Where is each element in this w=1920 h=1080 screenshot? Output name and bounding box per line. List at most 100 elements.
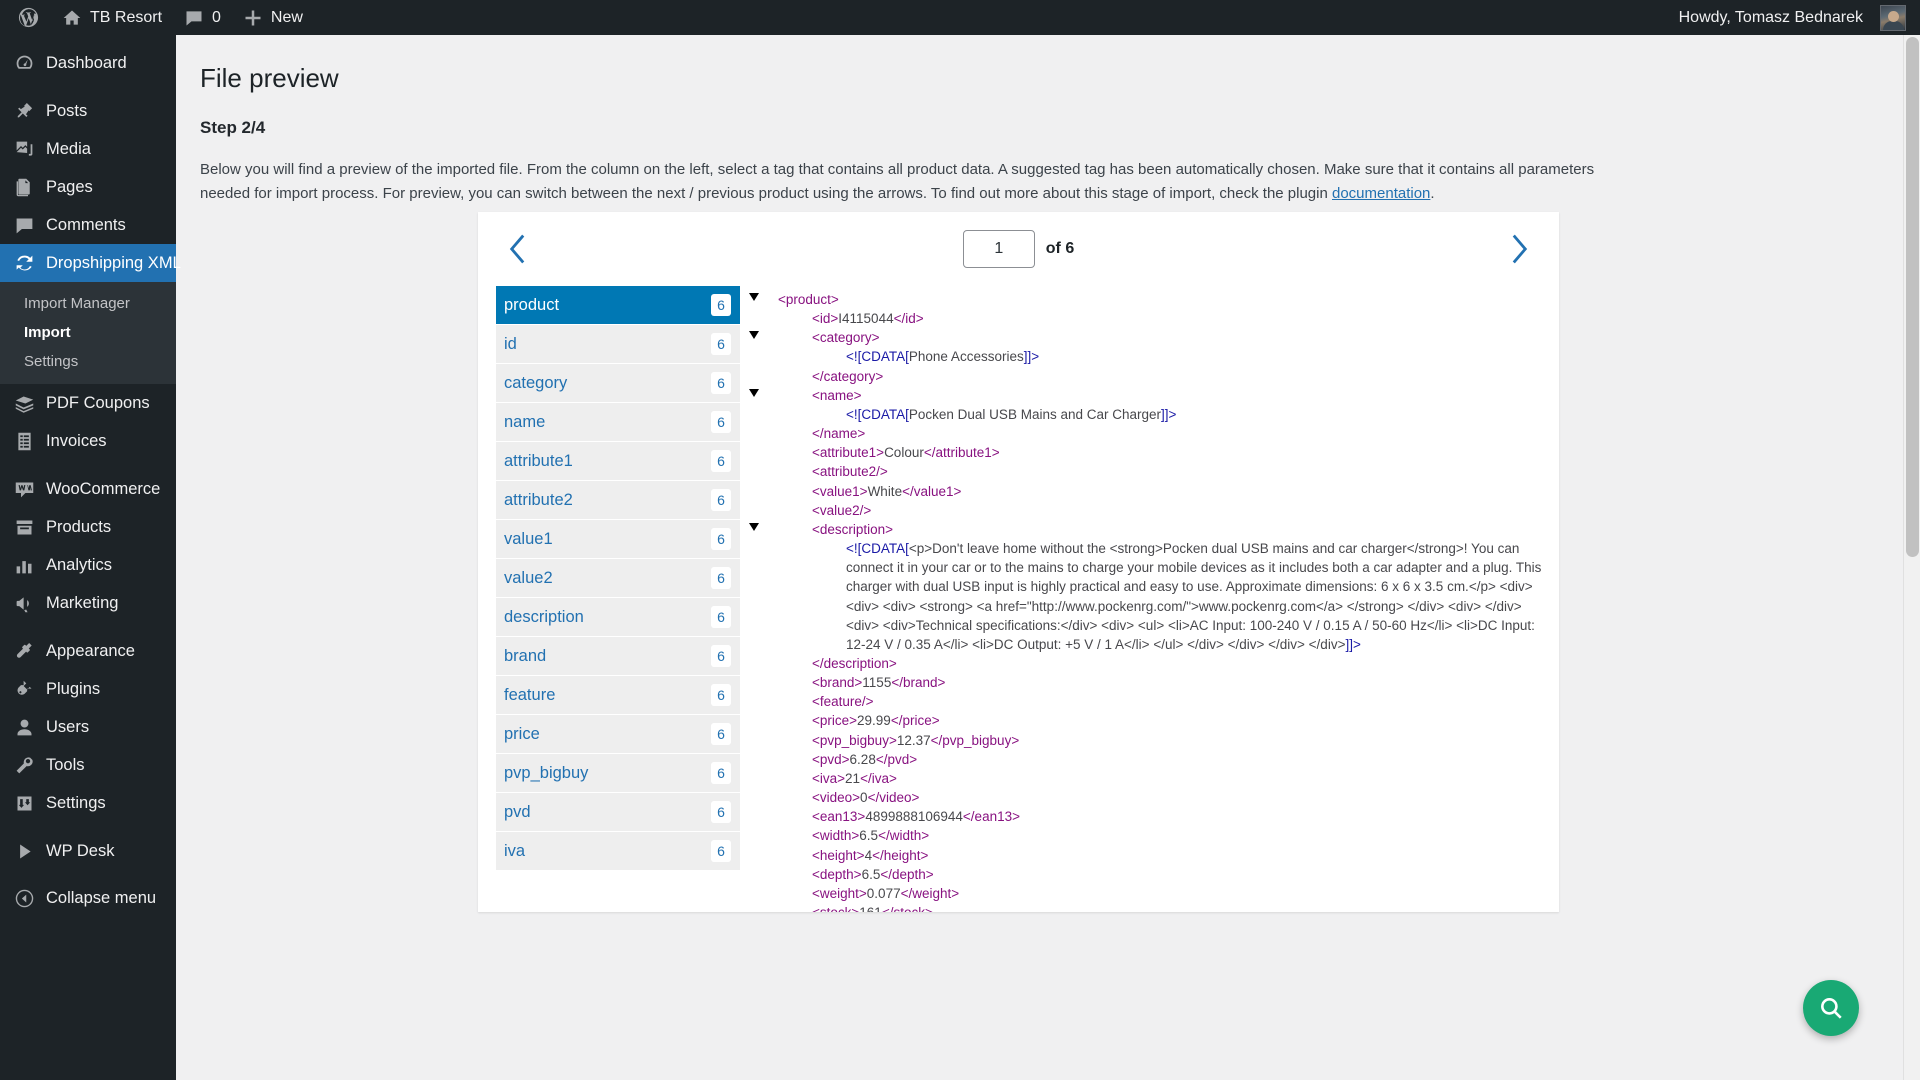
description-text-after: . <box>1430 184 1435 202</box>
xml-tag: <feature/> <box>812 694 874 710</box>
tag-row[interactable]: value1 6 <box>496 520 740 558</box>
page-scrollbar[interactable] <box>1903 17 1920 1080</box>
tag-row[interactable]: product 6 <box>496 286 740 324</box>
sidebar-item-appearance[interactable]: Appearance <box>0 632 176 670</box>
chevron-left-icon <box>509 234 525 264</box>
sidebar-item-tools[interactable]: Tools <box>0 746 176 784</box>
xml-cdata-marker: <![CDATA[ <box>846 541 909 557</box>
xml-value: 1155 <box>862 675 892 691</box>
xml-line: <attribute1>Colour</attribute1> <box>762 443 1543 462</box>
xml-cdata-marker: <![CDATA[ <box>846 349 909 365</box>
sidebar-item-analytics[interactable]: Analytics <box>0 546 176 584</box>
sidebar-item-users[interactable]: Users <box>0 708 176 746</box>
tag-row[interactable]: name 6 <box>496 403 740 441</box>
xml-tag: <attribute1> <box>812 445 885 461</box>
xml-cdata-marker: ]]> <box>1161 406 1177 422</box>
pages-icon <box>16 178 30 196</box>
site-name-label: TB Resort <box>90 8 163 26</box>
sidebar-item-media[interactable]: Media <box>0 130 176 168</box>
tag-name: product <box>504 295 560 314</box>
sidebar-item-plugins[interactable]: Plugins <box>0 670 176 708</box>
sidebar-separator <box>0 460 176 470</box>
sidebar-item-settings[interactable]: Settings <box>0 784 176 822</box>
sidebar-item-dashboard[interactable]: Dashboard <box>0 44 176 82</box>
tag-name: description <box>504 607 584 626</box>
collapse-triangle-icon[interactable] <box>749 293 759 301</box>
xml-line: <![CDATA[Phone Accessories]]> <box>762 347 1543 366</box>
tag-row[interactable]: pvd 6 <box>496 793 740 831</box>
pin-icon <box>17 102 33 117</box>
wordpress-icon <box>18 7 39 28</box>
collapse-triangle-icon[interactable] <box>749 522 759 531</box>
sync-icon <box>16 255 33 270</box>
xml-line: <![CDATA[Pocken Dual USB Mains and Car C… <box>762 405 1543 424</box>
page-total-label: of 6 <box>1045 240 1075 257</box>
sidebar-item-label: Settings <box>46 793 106 812</box>
xml-line: <video>0</video> <box>762 788 1543 807</box>
sidebar-item-comments[interactable]: Comments <box>0 206 176 244</box>
sidebar-item-products[interactable]: Products <box>0 508 176 546</box>
product-pager: of 6 <box>478 212 1559 286</box>
xml-line: <depth>6.5</depth> <box>762 865 1543 884</box>
tag-row[interactable]: attribute1 6 <box>496 442 740 480</box>
tag-row[interactable]: value2 6 <box>496 559 740 597</box>
page-number-input[interactable] <box>962 230 1035 268</box>
comments-menu[interactable]: 0 <box>173 0 232 35</box>
xml-value: 4 <box>864 847 873 863</box>
tag-count-badge: 6 <box>711 645 731 667</box>
sidebar-item-label: Comments <box>46 215 126 234</box>
admin-sidebar-menu: Dashboard Posts Media Pages Comments Dropship… <box>0 35 184 1080</box>
tag-count-badge: 6 <box>711 294 731 316</box>
next-product-button[interactable] <box>1503 232 1537 266</box>
page-title: File preview <box>200 63 339 93</box>
tag-row[interactable]: brand 6 <box>496 637 740 675</box>
admin-bar-right: Howdy, Tomasz Bednarek <box>1668 0 1920 35</box>
tag-row[interactable]: category 6 <box>496 364 740 402</box>
xml-line: <value1>White</value1> <box>762 482 1543 501</box>
site-name-menu[interactable]: TB Resort <box>51 0 173 35</box>
sidebar-item-pdf-coupons[interactable]: PDF Coupons <box>0 384 176 422</box>
sidebar-item-dropshipping-xml[interactable]: Dropshipping XML <box>0 244 184 282</box>
tag-name: iva <box>504 841 526 860</box>
tag-row[interactable]: iva 6 <box>496 832 740 870</box>
documentation-link[interactable]: documentation <box>1332 185 1430 202</box>
wordpress-logo-menu[interactable] <box>6 0 51 35</box>
submenu-item-import-manager[interactable]: Import Manager <box>0 289 176 318</box>
tag-row[interactable]: feature 6 <box>496 676 740 714</box>
scrollbar-thumb[interactable] <box>1906 37 1919 557</box>
sidebar-item-marketing[interactable]: Marketing <box>0 584 176 622</box>
sidebar-item-invoices[interactable]: Invoices <box>0 422 176 460</box>
sidebar-item-label: Pages <box>46 177 93 196</box>
sidebar-item-posts[interactable]: Posts <box>0 92 176 130</box>
xml-tag: <ean13> <box>812 809 866 825</box>
xml-line: <value2/> <box>762 501 1543 520</box>
collapse-menu-button[interactable]: Collapse menu <box>0 879 176 917</box>
xml-tag: </description> <box>812 655 897 671</box>
new-label: New <box>270 8 303 26</box>
help-search-button[interactable] <box>1803 980 1859 1036</box>
tag-row[interactable]: description 6 <box>496 598 740 636</box>
tag-row[interactable]: pvp_bigbuy 6 <box>496 754 740 792</box>
collapse-triangle-icon[interactable] <box>749 331 759 340</box>
xml-tag: </pvp_bigbuy> <box>930 732 1020 748</box>
submenu-item-import[interactable]: Import <box>0 318 176 347</box>
prev-product-button[interactable] <box>500 232 534 266</box>
new-content-menu[interactable]: New <box>232 0 314 35</box>
xml-tag: </stock> <box>882 905 933 912</box>
sidebar-item-woocommerce[interactable]: WooCommerce <box>0 470 176 508</box>
tag-row[interactable]: id 6 <box>496 325 740 363</box>
tag-count-badge: 6 <box>711 723 731 745</box>
my-account-menu[interactable]: Howdy, Tomasz Bednarek <box>1668 0 1906 35</box>
sidebar-item-wp-desk[interactable]: WP Desk <box>0 832 176 870</box>
xml-value: <p>Don't leave home without the <strong>… <box>846 541 1542 652</box>
submenu-item-settings[interactable]: Settings <box>0 347 176 376</box>
xml-line: <product> <box>749 290 1543 309</box>
products-icon <box>16 520 33 534</box>
xml-line: <pvd>6.28</pvd> <box>762 750 1543 769</box>
tag-name: category <box>504 373 568 392</box>
sidebar-item-pages[interactable]: Pages <box>0 168 176 206</box>
collapse-triangle-icon[interactable] <box>749 388 759 397</box>
xml-line: <pvp_bigbuy>12.37</pvp_bigbuy> <box>762 731 1543 750</box>
tag-row[interactable]: price 6 <box>496 715 740 753</box>
tag-row[interactable]: attribute2 6 <box>496 481 740 519</box>
